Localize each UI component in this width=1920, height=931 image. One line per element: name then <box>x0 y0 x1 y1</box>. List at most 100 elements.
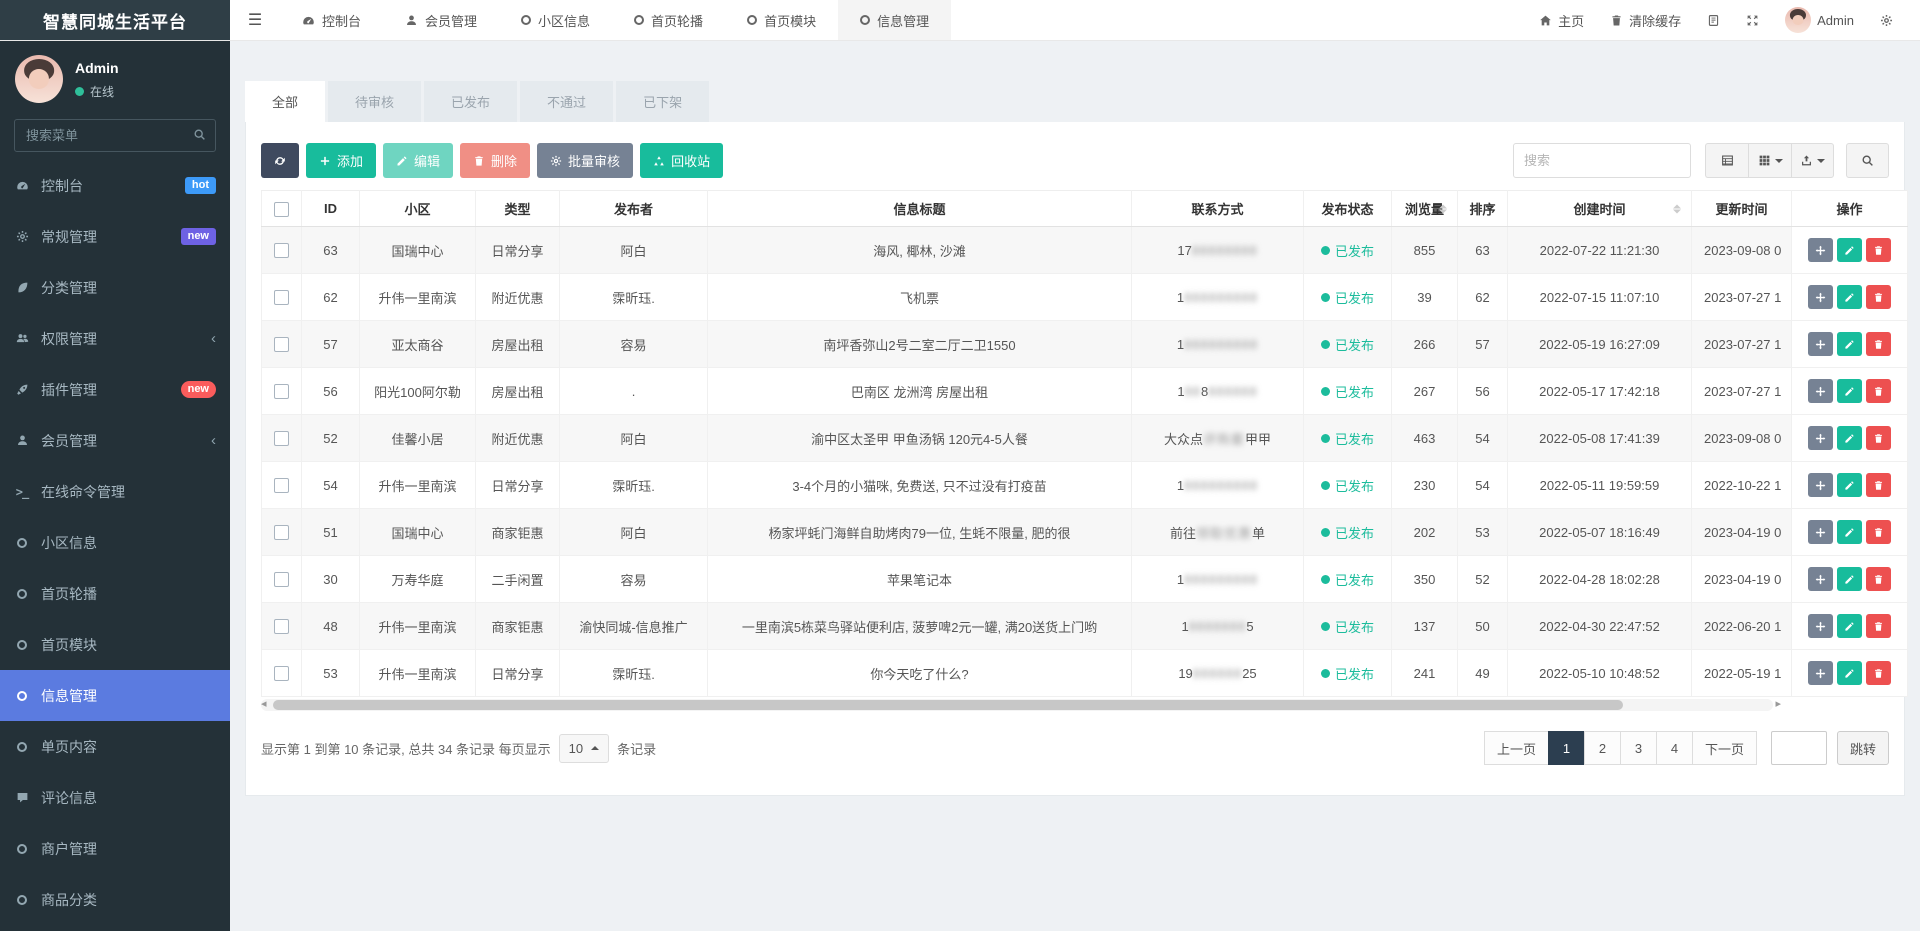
refresh-button[interactable] <box>261 143 299 178</box>
delete-row-button[interactable] <box>1866 614 1891 638</box>
sidebar-item-3[interactable]: 分类管理 <box>0 262 230 313</box>
sidebar-item-12[interactable]: 单页内容 <box>0 721 230 772</box>
row-checkbox[interactable] <box>274 478 289 494</box>
nav-tab-5[interactable]: 首页模块 <box>725 0 838 40</box>
move-button[interactable] <box>1808 426 1833 450</box>
clear-cache-link[interactable]: 清除缓存 <box>1597 0 1694 41</box>
move-button[interactable] <box>1808 520 1833 544</box>
edit-row-button[interactable] <box>1837 614 1862 638</box>
export-button[interactable] <box>1791 143 1834 178</box>
view-list-button[interactable] <box>1705 143 1748 178</box>
edit-row-button[interactable] <box>1837 238 1862 262</box>
page-jump-input[interactable] <box>1770 731 1827 765</box>
scroll-left-icon[interactable]: ◂ <box>261 697 267 710</box>
delete-row-button[interactable] <box>1866 285 1891 309</box>
batch-audit-button[interactable]: 批量审核 <box>537 143 634 178</box>
edit-row-button[interactable] <box>1837 520 1862 544</box>
sidebar-item-1[interactable]: 控制台 hot <box>0 160 230 211</box>
sidebar-item-14[interactable]: 商户管理 <box>0 823 230 874</box>
page-size-select[interactable]: 10 <box>558 733 610 763</box>
move-button[interactable] <box>1808 661 1833 685</box>
sidebar-item-10[interactable]: 首页模块 <box>0 619 230 670</box>
move-button[interactable] <box>1808 285 1833 309</box>
scroll-right-icon[interactable]: ▸ <box>1775 697 1781 710</box>
delete-button[interactable]: 删除 <box>460 143 531 178</box>
nav-tab-1[interactable]: 控制台 <box>280 0 383 40</box>
add-button[interactable]: 添加 <box>306 143 377 178</box>
nav-tab-4[interactable]: 首页轮播 <box>612 0 725 40</box>
nav-tab-2[interactable]: 会员管理 <box>383 0 499 40</box>
status-tab-4[interactable]: 不通过 <box>520 81 614 122</box>
status-tab-5[interactable]: 已下架 <box>616 81 710 122</box>
edit-button[interactable]: 编辑 <box>383 143 454 178</box>
sidebar-item-13[interactable]: 评论信息 <box>0 772 230 823</box>
delete-row-button[interactable] <box>1866 379 1891 403</box>
search-button[interactable] <box>1846 143 1889 178</box>
move-button[interactable] <box>1808 332 1833 356</box>
row-checkbox[interactable] <box>274 290 289 306</box>
prev-page-button[interactable]: 上一页 <box>1483 731 1548 765</box>
page-button-1[interactable]: 1 <box>1547 731 1584 765</box>
sidebar-item-5[interactable]: 插件管理 new <box>0 364 230 415</box>
page-button-4[interactable]: 4 <box>1655 731 1692 765</box>
sidebar-item-6[interactable]: 会员管理 ‹ <box>0 415 230 466</box>
scrollbar-thumb[interactable] <box>273 700 1623 710</box>
edit-row-button[interactable] <box>1837 661 1862 685</box>
sidebar-item-4[interactable]: 权限管理 ‹ <box>0 313 230 364</box>
table-search-input[interactable] <box>1513 143 1691 178</box>
edit-row-button[interactable] <box>1837 379 1862 403</box>
row-checkbox[interactable] <box>274 384 289 400</box>
user-menu[interactable]: Admin <box>1772 0 1867 41</box>
move-button[interactable] <box>1808 238 1833 262</box>
move-button[interactable] <box>1808 379 1833 403</box>
delete-row-button[interactable] <box>1866 567 1891 591</box>
edit-row-button[interactable] <box>1837 473 1862 497</box>
page-jump-button[interactable]: 跳转 <box>1836 731 1889 765</box>
sidebar-item-8[interactable]: 小区信息 <box>0 517 230 568</box>
home-link[interactable]: 主页 <box>1526 0 1597 41</box>
status-tab-2[interactable]: 待审核 <box>328 81 422 122</box>
delete-row-button[interactable] <box>1866 426 1891 450</box>
row-checkbox[interactable] <box>274 525 289 541</box>
edit-row-button[interactable] <box>1837 567 1862 591</box>
settings-button[interactable] <box>1867 0 1906 41</box>
select-all-checkbox[interactable] <box>274 201 289 217</box>
sidebar-item-2[interactable]: 常规管理 new <box>0 211 230 262</box>
edit-row-button[interactable] <box>1837 285 1862 309</box>
column-header[interactable]: 浏览量 <box>1391 190 1458 227</box>
delete-row-button[interactable] <box>1866 661 1891 685</box>
move-button[interactable] <box>1808 567 1833 591</box>
sort-carets-icon[interactable] <box>1439 204 1447 213</box>
hamburger-icon[interactable]: ☰ <box>230 0 280 40</box>
status-tab-1[interactable]: 全部 <box>245 81 326 122</box>
view-grid-button[interactable] <box>1748 143 1791 178</box>
edit-row-button[interactable] <box>1837 332 1862 356</box>
move-button[interactable] <box>1808 473 1833 497</box>
fullscreen-button[interactable] <box>1733 0 1772 41</box>
sidebar-item-15[interactable]: 商品分类 <box>0 874 230 925</box>
recycle-bin-button[interactable]: 回收站 <box>640 143 724 178</box>
row-checkbox[interactable] <box>274 243 289 259</box>
horizontal-scrollbar[interactable]: ◂ ▸ <box>261 697 1781 711</box>
row-checkbox[interactable] <box>274 431 289 447</box>
status-tab-3[interactable]: 已发布 <box>424 81 518 122</box>
row-checkbox[interactable] <box>274 337 289 353</box>
delete-row-button[interactable] <box>1866 473 1891 497</box>
page-button-3[interactable]: 3 <box>1619 731 1656 765</box>
move-button[interactable] <box>1808 614 1833 638</box>
sidebar-item-9[interactable]: 首页轮播 <box>0 568 230 619</box>
delete-row-button[interactable] <box>1866 238 1891 262</box>
sort-carets-icon[interactable] <box>1673 204 1681 213</box>
sidebar-item-11[interactable]: 信息管理 <box>0 670 230 721</box>
edit-row-button[interactable] <box>1837 426 1862 450</box>
nav-tab-3[interactable]: 小区信息 <box>499 0 612 40</box>
sidebar-item-7[interactable]: >_ 在线命令管理 <box>0 466 230 517</box>
row-checkbox[interactable] <box>274 572 289 588</box>
delete-row-button[interactable] <box>1866 332 1891 356</box>
row-checkbox[interactable] <box>274 666 289 682</box>
row-checkbox[interactable] <box>274 619 289 635</box>
menu-search-input[interactable] <box>14 119 216 152</box>
log-button[interactable] <box>1694 0 1733 41</box>
nav-tab-6[interactable]: 信息管理 <box>838 0 952 40</box>
column-header[interactable]: 创建时间 <box>1507 190 1692 227</box>
